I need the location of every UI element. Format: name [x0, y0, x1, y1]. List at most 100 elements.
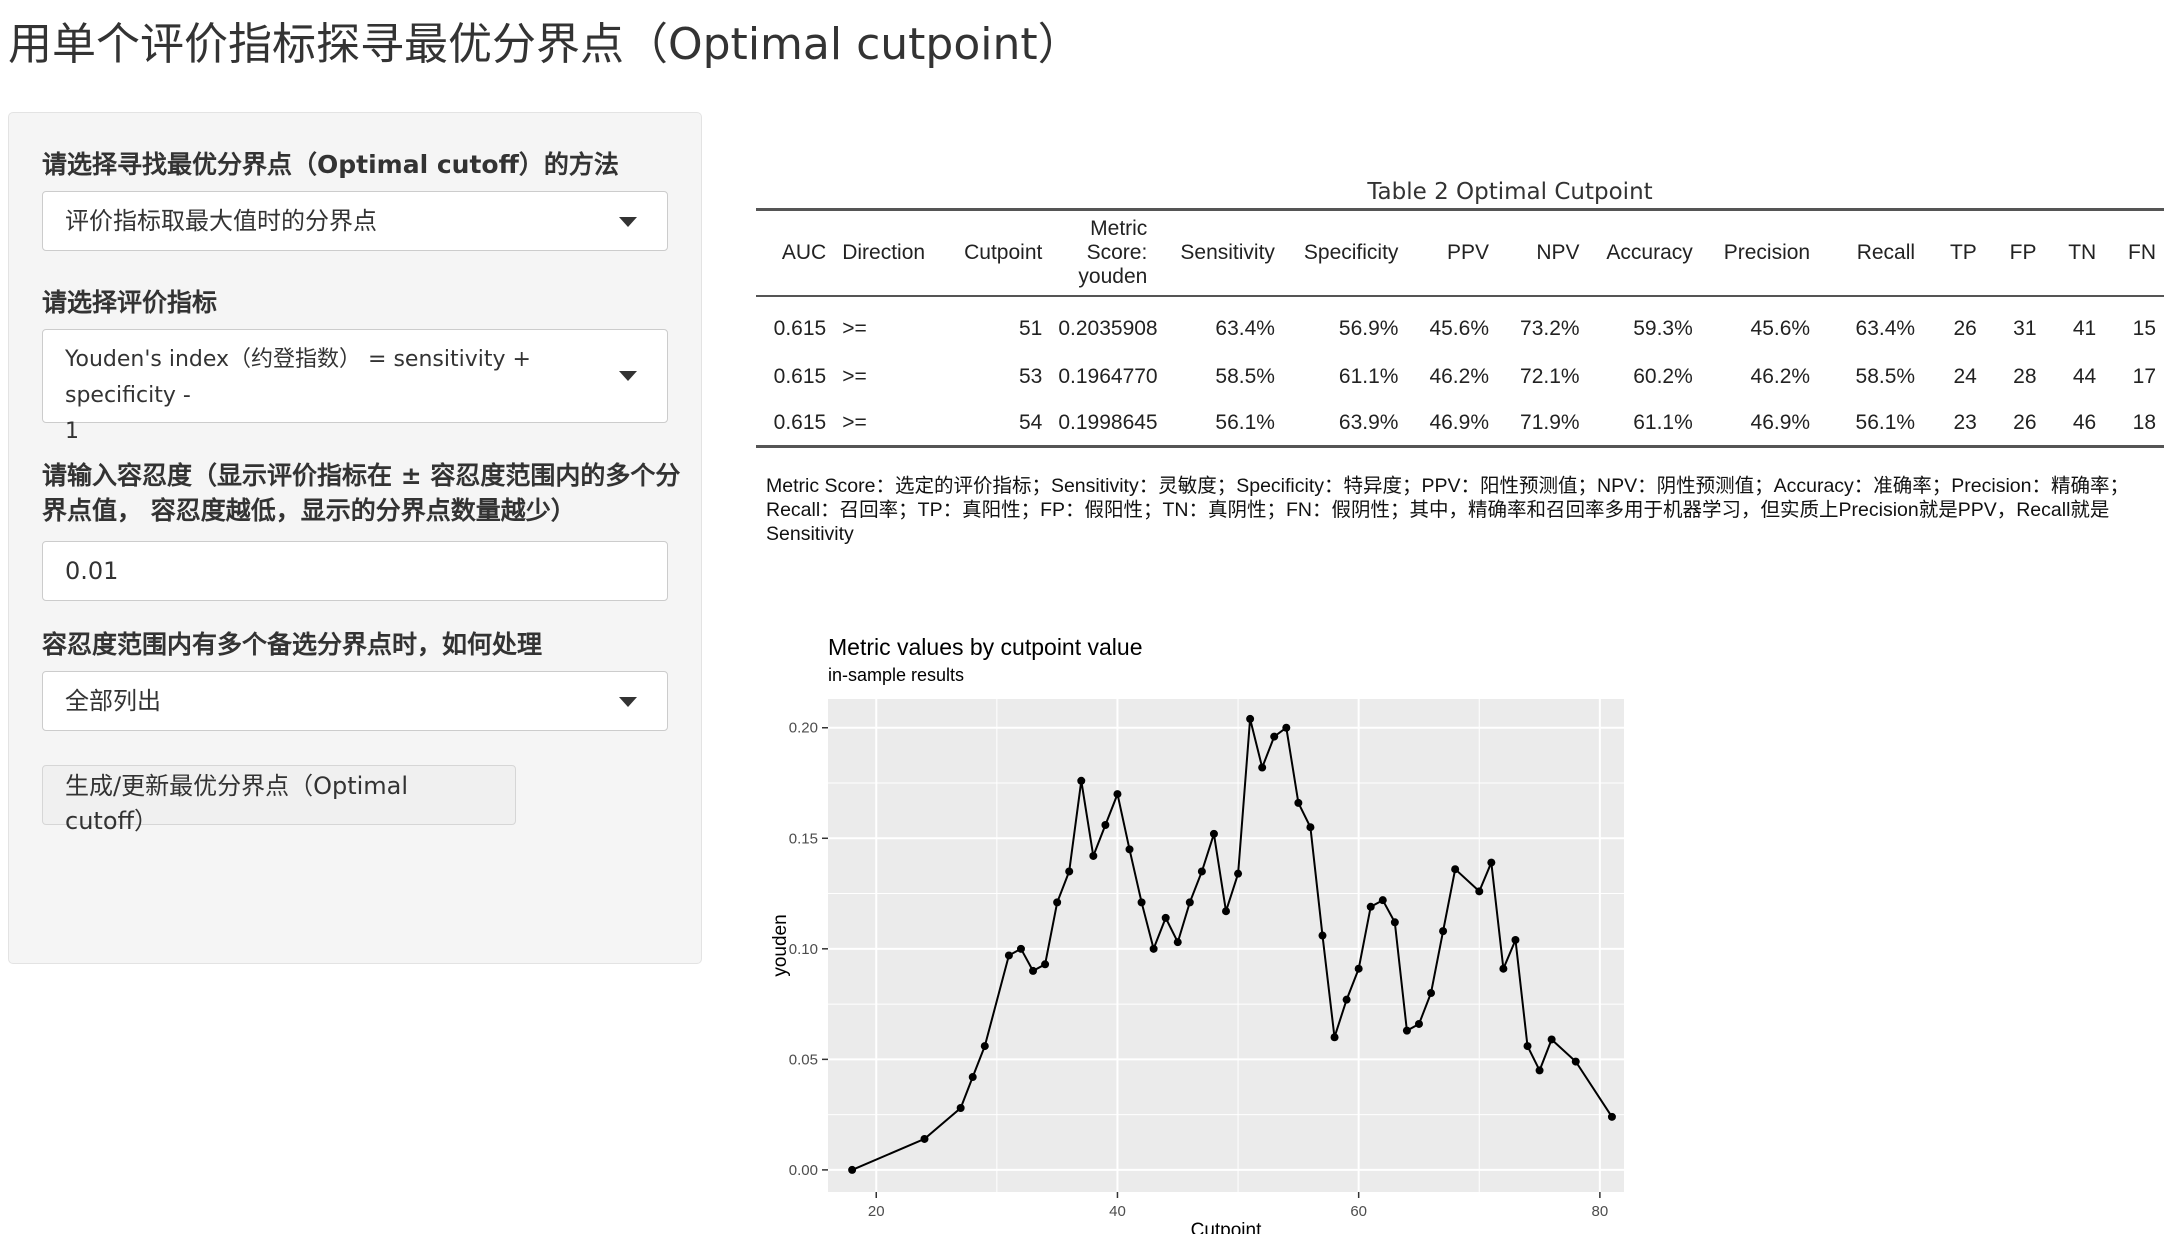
data-point	[1197, 867, 1206, 876]
data-point	[956, 1103, 965, 1112]
table-row: 0.615 >= 54 0.1998645 56.1% 63.9% 46.9% …	[756, 401, 2164, 447]
table-cell: 46.2%	[1429, 365, 1489, 388]
data-point	[1185, 898, 1194, 907]
table-cell: 61.1%	[1633, 411, 1693, 434]
table-cell: 71.9%	[1520, 411, 1580, 434]
data-point	[1041, 960, 1050, 969]
table-cell: 17	[2132, 365, 2156, 388]
table-row: 0.615 >= 53 0.1964770 58.5% 61.1% 46.2% …	[756, 353, 2164, 401]
data-point	[1016, 944, 1025, 953]
data-point	[1342, 995, 1351, 1004]
table-cell: 51	[1018, 317, 1043, 340]
data-point	[920, 1134, 929, 1143]
table-caption: Table 2 Optimal Cutpoint	[1367, 179, 1653, 205]
table-header-cell: AUC	[781, 241, 827, 264]
table-header-cell: TP	[1949, 241, 1977, 264]
data-point	[1077, 776, 1086, 785]
generate-cutoff-button[interactable]: 生成/更新最优分界点（Optimal cutoff）	[42, 765, 516, 835]
table-header-cell: Specificity	[1303, 241, 1399, 264]
data-point	[1499, 964, 1508, 973]
metric-select[interactable]: Youden's index（约登指数） = sensitivity + spe…	[42, 329, 668, 444]
table-cell: 46.9%	[1750, 411, 1811, 434]
table-cell: >=	[842, 317, 867, 340]
x-tick-label: 80	[1592, 1203, 1609, 1220]
data-point	[1053, 898, 1062, 907]
table-header-cell: Recall	[1856, 241, 1916, 264]
table-cell: 24	[1953, 365, 1977, 388]
data-point	[1173, 938, 1182, 947]
data-point	[1306, 823, 1315, 832]
chart-subtitle: in-sample results	[828, 665, 964, 685]
table-header-cell: Cutpoint	[964, 241, 1043, 264]
table-cell: 61.1%	[1338, 365, 1399, 388]
data-point	[1004, 951, 1013, 960]
data-point	[1402, 1026, 1411, 1035]
table-cell: 53	[1018, 365, 1043, 388]
table-cell: 58.5%	[1855, 365, 1916, 388]
data-point	[1547, 1035, 1556, 1044]
data-point	[1475, 887, 1484, 896]
x-tick-label: 40	[1109, 1203, 1126, 1220]
y-tick-label: 0.20	[789, 720, 818, 737]
data-point	[1330, 1033, 1339, 1042]
data-point	[1089, 851, 1098, 860]
table-cell: 46.2%	[1750, 365, 1811, 388]
sidebar-panel: 请选择寻找最优分界点（Optimal cutoff）的方法 评价指标取最大值时的…	[8, 112, 702, 964]
table-cell: 59.3%	[1633, 317, 1693, 340]
table-header-cell: Sensitivity	[1180, 241, 1275, 264]
data-point	[1258, 763, 1267, 772]
table-header-cell: FP	[2009, 241, 2037, 264]
data-point	[1137, 898, 1146, 907]
multi-handling-select-value: 全部列出	[65, 687, 161, 715]
youden-line-chart: Metric values by cutpoint value in-sampl…	[770, 634, 1624, 1234]
data-point	[848, 1165, 857, 1174]
table-header-metric-line: youden	[1078, 265, 1148, 288]
tolerance-input[interactable]: 0.01	[42, 541, 668, 601]
table-cell: 72.1%	[1520, 365, 1580, 388]
table-cell: 0.1964770	[1058, 365, 1158, 388]
table-cell: 26	[1953, 317, 1977, 340]
table-row: 0.615 >= 51 0.2035908 63.4% 56.9% 45.6% …	[756, 296, 2164, 353]
table-cell: 41	[2072, 317, 2097, 340]
table-header-metric-line: Metric	[1090, 217, 1148, 240]
data-point	[1113, 790, 1122, 799]
data-point	[1234, 869, 1243, 878]
y-axis-label: youden	[770, 914, 791, 976]
data-point	[1101, 821, 1110, 830]
multi-handling-select[interactable]: 全部列出	[42, 671, 668, 731]
chevron-down-icon	[619, 371, 637, 381]
table-cell: 44	[2072, 365, 2097, 388]
data-point	[1029, 966, 1038, 975]
data-point	[1282, 723, 1291, 732]
metric-select-value-line2: 1	[65, 419, 79, 444]
table-cell: 0.615	[773, 411, 827, 434]
multi-handling-label: 容忍度范围内有多个备选分界点时，如何处理	[42, 630, 543, 659]
method-select[interactable]: 评价指标取最大值时的分界点	[42, 191, 668, 251]
table-cell: 0.2035908	[1058, 317, 1158, 340]
table-header-row: AUC Direction Cutpoint Metric Score: you…	[756, 209, 2164, 296]
y-tick-label: 0.10	[789, 941, 818, 958]
data-point	[1378, 896, 1387, 905]
table-cell: 28	[2013, 365, 2037, 388]
table-header-cell: PPV	[1446, 241, 1489, 264]
table-cell: 63.9%	[1338, 411, 1399, 434]
data-point	[1414, 1019, 1423, 1028]
table-cell: 0.615	[773, 365, 827, 388]
table-header-cell: TN	[2068, 241, 2097, 264]
table-header-cell: FN	[2128, 241, 2156, 264]
data-point	[1439, 927, 1448, 936]
data-point	[1222, 907, 1230, 916]
data-point	[1366, 902, 1375, 911]
table-cell: 45.6%	[1750, 317, 1811, 340]
table-cell: 63.4%	[1855, 317, 1916, 340]
data-point	[1294, 798, 1303, 807]
y-tick-label: 0.00	[789, 1162, 818, 1179]
table-cell: 0.615	[773, 317, 827, 340]
page-title: 用单个评价指标探寻最优分界点（Optimal cutpoint）	[8, 19, 1082, 70]
tolerance-label-line1: 请输入容忍度（显示评价指标在 ± 容忍度范围内的多个分	[42, 461, 681, 490]
x-tick-label: 60	[1350, 1203, 1367, 1220]
table-cell: 54	[1018, 411, 1043, 434]
data-point	[980, 1042, 989, 1051]
table-cell: 58.5%	[1215, 365, 1275, 388]
table-cell: 15	[2132, 317, 2156, 340]
